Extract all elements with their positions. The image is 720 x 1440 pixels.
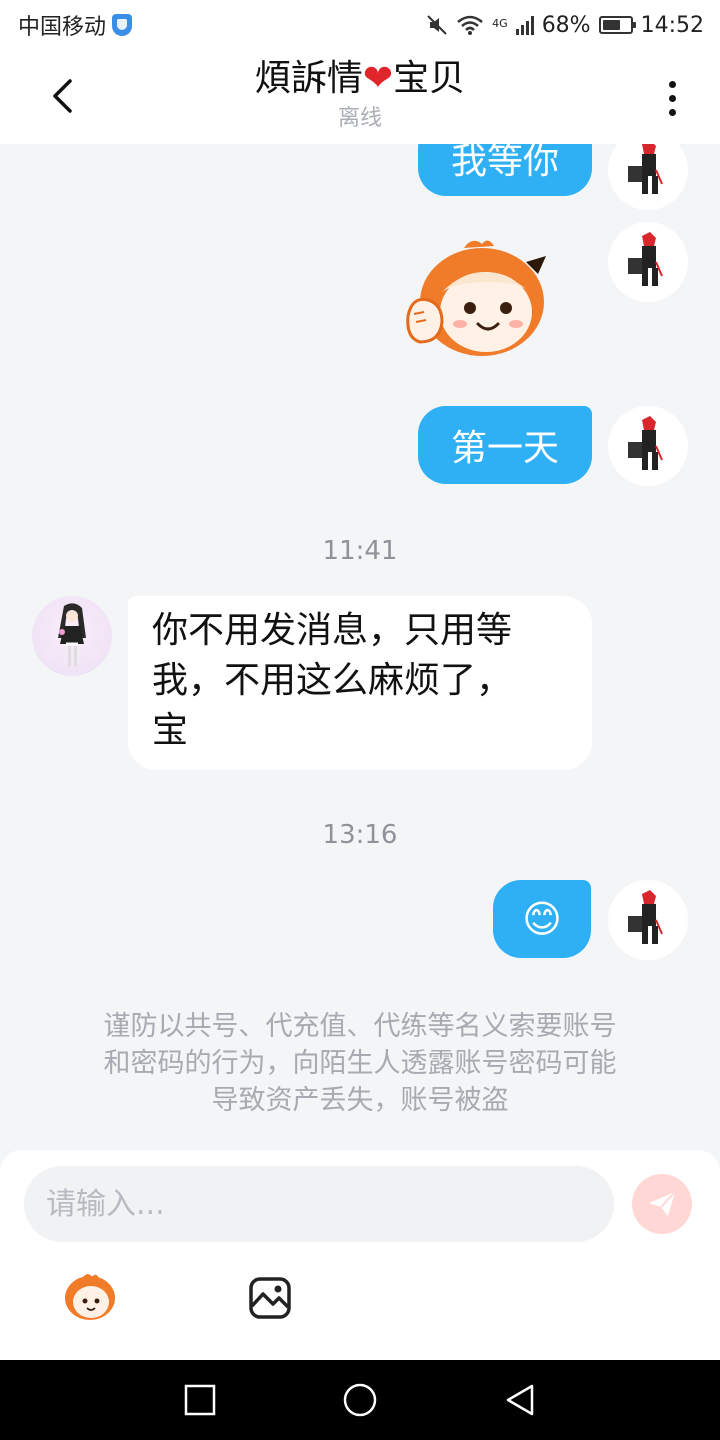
chat-area[interactable]: 我等你 第一天 11:41 你不用发消息，只用等 我，不用这么麻烦了， 宝 13… bbox=[0, 144, 720, 1150]
message-text: 我等你 bbox=[450, 144, 559, 182]
carrier-label: 中国移动 bbox=[18, 15, 107, 40]
back-nav-button[interactable] bbox=[490, 1376, 550, 1424]
chevron-left-icon bbox=[53, 79, 72, 113]
avatar-self-image bbox=[608, 222, 688, 302]
back-button[interactable] bbox=[40, 72, 84, 120]
mute-icon bbox=[427, 15, 447, 35]
message-line: 我，不用这么麻烦了， bbox=[152, 660, 513, 701]
message-input[interactable] bbox=[24, 1166, 614, 1242]
security-notice: 谨防以共号、代充值、代练等名义索要账号 和密码的行为，向陌生人透露账号密码可能 … bbox=[60, 1008, 660, 1119]
smiling-face-emoji: 😊 bbox=[522, 897, 562, 941]
more-dot-icon bbox=[668, 108, 676, 116]
status-right: 4G 68% 14:52 bbox=[426, 13, 704, 38]
sticker-icon bbox=[65, 1274, 115, 1320]
clock: 14:52 bbox=[640, 12, 704, 38]
network-type: 4G bbox=[492, 16, 508, 30]
avatar-self[interactable] bbox=[608, 880, 688, 960]
heart-icon: ❤ bbox=[362, 58, 394, 99]
message-text: 第一天 bbox=[450, 428, 559, 469]
circle-icon bbox=[343, 1383, 377, 1417]
status-left: 中国移动 bbox=[18, 9, 133, 41]
image-icon bbox=[249, 1277, 291, 1319]
more-dot-icon bbox=[668, 94, 676, 102]
message-bubble-outgoing[interactable]: 第一天 bbox=[418, 406, 592, 484]
sticker-image bbox=[406, 240, 546, 356]
signal-icon bbox=[515, 15, 534, 35]
notice-line: 和密码的行为，向陌生人透露账号密码可能 bbox=[103, 1048, 617, 1079]
sticker-button[interactable] bbox=[58, 1264, 122, 1328]
chat-header: 煩訴情❤宝贝 离线 bbox=[0, 50, 720, 144]
notice-line: 谨防以共号、代充值、代练等名义索要账号 bbox=[103, 1011, 617, 1042]
image-button[interactable] bbox=[238, 1266, 302, 1330]
status-bar: 中国移动 4G 68% 14:52 bbox=[0, 0, 720, 50]
waving-girl-sticker[interactable] bbox=[402, 232, 562, 360]
avatar-self[interactable] bbox=[608, 144, 688, 210]
home-button[interactable] bbox=[330, 1376, 390, 1424]
shield-icon bbox=[112, 14, 133, 36]
avatar-self[interactable] bbox=[608, 222, 688, 302]
message-line: 宝 bbox=[152, 710, 189, 751]
system-nav-bar bbox=[0, 1360, 720, 1440]
message-line: 你不用发消息，只用等 bbox=[152, 610, 513, 651]
avatar-self-image bbox=[608, 406, 688, 486]
avatar-self-image bbox=[608, 880, 688, 960]
message-bubble-incoming[interactable]: 你不用发消息，只用等 我，不用这么麻烦了， 宝 bbox=[128, 596, 592, 770]
wifi-icon bbox=[457, 15, 483, 35]
avatar-contact-image bbox=[58, 603, 86, 666]
battery-icon bbox=[598, 16, 636, 34]
contact-name-part1: 煩訴情 bbox=[254, 58, 363, 99]
triangle-back-icon bbox=[506, 1384, 534, 1416]
avatar-self-image bbox=[608, 144, 688, 210]
message-bubble-outgoing[interactable]: 😊 bbox=[493, 880, 591, 958]
message-timestamp: 13:16 bbox=[322, 820, 398, 850]
title-block: 煩訴情❤宝贝 离线 bbox=[120, 54, 600, 134]
online-status: 离线 bbox=[337, 106, 382, 131]
more-dot-icon bbox=[668, 80, 676, 88]
contact-name: 煩訴情❤宝贝 bbox=[120, 54, 600, 104]
square-icon bbox=[184, 1384, 216, 1416]
notice-line: 导致资产丢失，账号被盗 bbox=[211, 1085, 509, 1116]
composer-panel bbox=[0, 1150, 720, 1360]
battery-percent: 68% bbox=[541, 12, 591, 38]
message-timestamp: 11:41 bbox=[322, 536, 398, 566]
recents-button[interactable] bbox=[170, 1376, 230, 1424]
contact-name-part2: 宝贝 bbox=[393, 58, 466, 99]
avatar-contact[interactable] bbox=[32, 596, 112, 676]
more-options-button[interactable] bbox=[652, 74, 692, 122]
send-button[interactable] bbox=[632, 1174, 692, 1234]
message-bubble-outgoing[interactable]: 我等你 bbox=[418, 144, 592, 196]
battery-level bbox=[602, 20, 621, 30]
paper-plane-icon bbox=[649, 1191, 676, 1216]
avatar-self[interactable] bbox=[608, 406, 688, 486]
